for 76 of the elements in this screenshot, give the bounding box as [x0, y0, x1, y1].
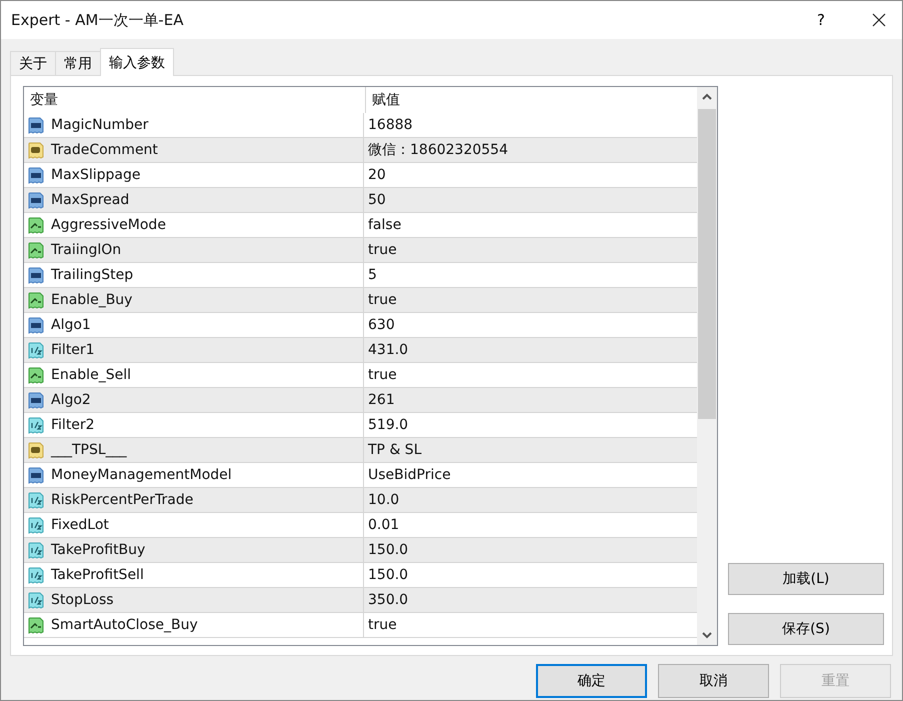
bool-type-icon [28, 292, 44, 308]
side-button[interactable]: 保存(S) [728, 613, 884, 645]
parameter-value[interactable]: UseBidPrice [368, 467, 451, 483]
parameter-name: TakeProfitBuy [51, 542, 146, 558]
parameter-name: ___TPSL___ [51, 442, 127, 458]
parameter-value[interactable]: true [368, 617, 397, 633]
parameter-value[interactable]: 5 [368, 267, 377, 283]
parameter-value[interactable]: 150.0 [368, 542, 408, 558]
parameter-value[interactable]: 630 [368, 317, 395, 333]
int-type-icon [28, 316, 44, 334]
column-header: 变量 [24, 87, 366, 113]
bool-type-icon [28, 242, 44, 258]
parameter-name: TraiinglOn [51, 242, 122, 258]
close-icon [872, 13, 886, 27]
parameter-value[interactable]: true [368, 242, 397, 258]
int-type-icon [28, 392, 44, 408]
double-type-icon [28, 342, 44, 358]
parameter-name: Enable_Buy [51, 292, 132, 308]
help-button[interactable]: ? [798, 1, 844, 39]
parameter-name: MagicNumber [51, 117, 148, 133]
int-type-icon [28, 466, 44, 484]
tab[interactable]: 关于 [10, 51, 56, 76]
parameter-name: TrailingStep [51, 267, 134, 283]
double-type-icon [28, 516, 44, 534]
parameter-name: MaxSpread [51, 192, 130, 208]
window-title: Expert - AM一次一单-EA [11, 10, 184, 30]
parameter-value[interactable]: 50 [368, 192, 386, 208]
parameter-value[interactable]: true [368, 292, 397, 308]
side-button[interactable]: 加载(L) [728, 563, 884, 595]
parameter-name: MoneyManagementModel [51, 467, 232, 483]
bool-type-icon [28, 616, 44, 634]
parameter-value[interactable]: 150.0 [368, 567, 408, 583]
parameter-name: Filter2 [51, 417, 95, 433]
parameter-name: Enable_Sell [51, 367, 131, 383]
int-type-icon [28, 116, 44, 134]
scrollbar-thumb[interactable] [698, 109, 716, 419]
parameter-name: RiskPercentPerTrade [51, 492, 194, 508]
parameter-value[interactable]: 350.0 [368, 592, 408, 608]
bool-type-icon [28, 366, 44, 384]
parameter-name: TakeProfitSell [51, 567, 144, 583]
parameter-name: Filter1 [51, 342, 95, 358]
dialog-button[interactable]: 确定 [536, 664, 647, 698]
double-type-icon [28, 492, 44, 508]
double-type-icon [28, 542, 44, 558]
tab[interactable]: 输入参数 [100, 48, 174, 76]
parameter-name: Algo1 [51, 317, 91, 333]
parameter-name: TradeComment [51, 142, 158, 158]
parameter-value[interactable]: 0.01 [368, 517, 400, 533]
parameter-value[interactable]: TP & SL [368, 442, 422, 458]
parameter-value[interactable]: 微信：18602320554 [368, 141, 508, 159]
string-type-icon [28, 442, 44, 458]
parameter-value[interactable]: 20 [368, 167, 386, 183]
parameter-value[interactable]: 519.0 [368, 417, 408, 433]
parameter-value[interactable]: 431.0 [368, 342, 408, 358]
string-type-icon [28, 142, 44, 158]
parameter-value[interactable]: 10.0 [368, 492, 400, 508]
double-type-icon [28, 566, 44, 584]
int-type-icon [28, 192, 44, 208]
parameter-name: StopLoss [51, 592, 114, 608]
parameter-value[interactable]: 16888 [368, 117, 413, 133]
parameter-name: MaxSlippage [51, 167, 140, 183]
parameter-name: AggressiveMode [51, 217, 166, 233]
parameter-name: FixedLot [51, 517, 109, 533]
int-type-icon [28, 266, 44, 284]
parameter-value[interactable]: 261 [368, 392, 395, 408]
column-header: 赋值 [371, 91, 401, 110]
int-type-icon [28, 166, 44, 184]
double-type-icon [28, 416, 44, 434]
parameter-name: SmartAutoClose_Buy [51, 617, 198, 633]
double-type-icon [28, 592, 44, 608]
parameter-value[interactable]: true [368, 367, 397, 383]
parameter-value[interactable]: false [368, 217, 402, 233]
dialog-button[interactable]: 取消 [658, 664, 769, 698]
scrollbar[interactable] [697, 87, 717, 645]
bool-type-icon [28, 216, 44, 234]
parameter-name: Algo2 [51, 392, 91, 408]
